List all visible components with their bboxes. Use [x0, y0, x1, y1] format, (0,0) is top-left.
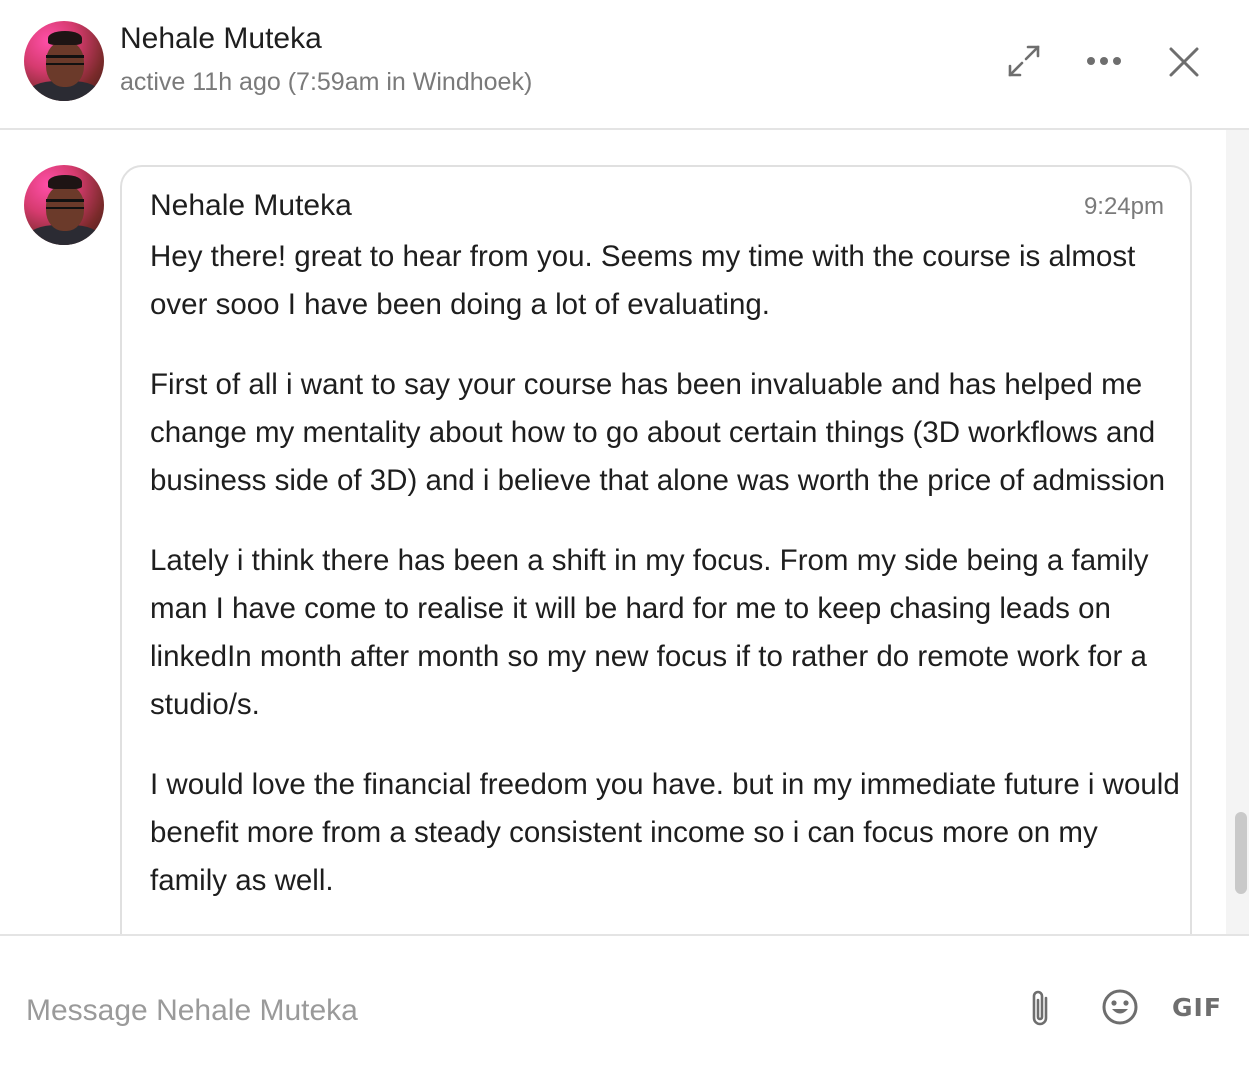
sender-name[interactable]: Nehale Muteka	[150, 189, 352, 223]
sender-avatar[interactable]	[24, 165, 104, 245]
message-paragraph: Lately i think there has been a shift in…	[150, 544, 1149, 721]
emoji-icon[interactable]	[1101, 988, 1139, 1026]
active-status: active 11h ago (7:59am in Windhoek)	[120, 68, 533, 96]
message-thread[interactable]: Nehale Muteka 9:24pm Hey there! great to…	[0, 130, 1226, 934]
message-body: Hey there! great to hear from you. Seems…	[150, 233, 1180, 934]
attachment-icon[interactable]	[1026, 988, 1054, 1030]
chat-header: Nehale Muteka active 11h ago (7:59am in …	[0, 0, 1249, 130]
close-icon[interactable]	[1166, 44, 1202, 80]
message-paragraph: I would love the financial freedom you h…	[150, 768, 1180, 897]
message-composer: GIF	[0, 934, 1249, 1065]
more-icon[interactable]	[1084, 52, 1124, 70]
message-timestamp: 9:24pm	[1083, 193, 1164, 220]
avatar[interactable]	[24, 21, 104, 101]
message-input[interactable]	[24, 988, 968, 1034]
message-paragraph: Hey there! great to hear from you. Seems…	[150, 240, 1136, 321]
message-bubble: Nehale Muteka 9:24pm Hey there! great to…	[120, 165, 1192, 934]
gif-button[interactable]: GIF	[1172, 992, 1228, 1024]
contact-name[interactable]: Nehale Muteka	[120, 22, 322, 56]
expand-icon[interactable]	[1006, 44, 1042, 78]
message-paragraph: First of all i want to say your course h…	[150, 368, 1166, 497]
scrollbar-thumb[interactable]	[1235, 812, 1247, 894]
